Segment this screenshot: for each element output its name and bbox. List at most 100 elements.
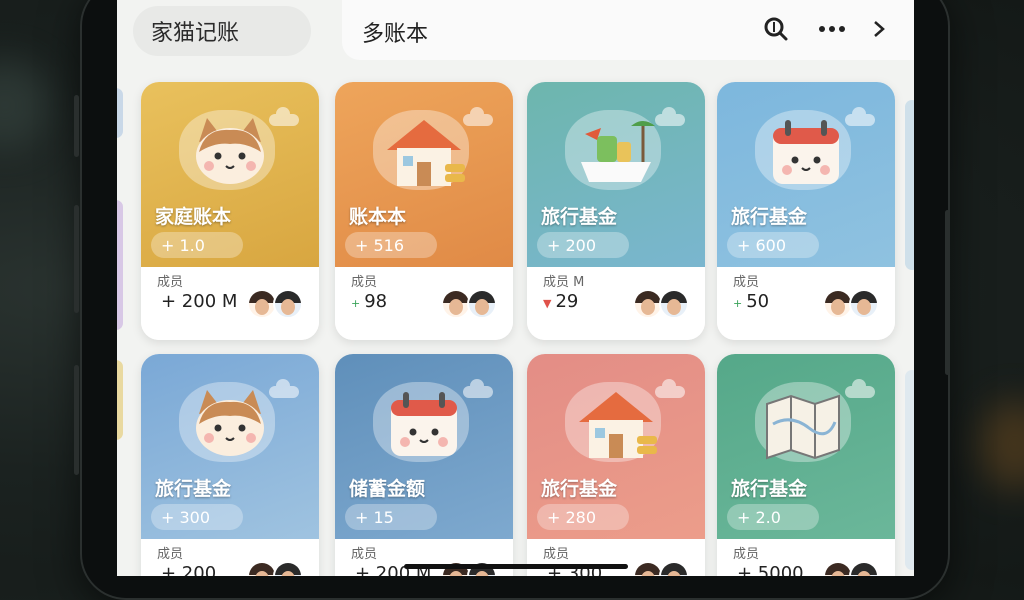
ledger-name: 家庭账本 (155, 206, 232, 228)
more-icon[interactable] (817, 14, 847, 44)
left-peek-card (117, 360, 123, 440)
ledger-amount: + 200 (537, 232, 629, 258)
ledger-card[interactable]: 旅行基金 + 2.0 成员 + 5000 (717, 354, 895, 576)
card-footer: 成员 +50 (717, 267, 895, 340)
power-button (945, 210, 950, 375)
card-footer: 成员 +98 (335, 267, 513, 340)
chevron-right-icon[interactable] (869, 14, 889, 44)
left-peek-card (117, 88, 123, 138)
card-cover: 账本本 + 516 (335, 82, 513, 267)
member-label: 成员 (543, 547, 570, 562)
avatar (659, 561, 689, 576)
volume-down-button (74, 205, 79, 313)
card-cover: 旅行基金 + 300 (141, 354, 319, 539)
ledger-amount: + 2.0 (727, 504, 819, 530)
house-icon (379, 112, 469, 196)
home-indicator[interactable] (404, 564, 628, 569)
member-count-value: 50 (746, 291, 770, 312)
avatar (467, 289, 497, 319)
cat-icon (185, 112, 275, 196)
side-button (74, 365, 79, 475)
ledger-amount: + 1.0 (151, 232, 243, 258)
card-cover: 旅行基金 + 2.0 (717, 354, 895, 539)
member-label: 成员 (351, 547, 378, 562)
member-avatars[interactable] (823, 289, 881, 321)
ledger-name: 旅行基金 (541, 206, 618, 228)
header-bar: 多账本 (342, 0, 914, 60)
card-footer: 成员 + 200 M (141, 267, 319, 340)
member-count: +98 (351, 291, 387, 312)
card-cover: 旅行基金 + 200 (527, 82, 705, 267)
card-footer: 成员 + 5000 (717, 539, 895, 576)
ledger-amount: + 280 (537, 504, 629, 530)
member-count-value: 98 (364, 291, 388, 312)
member-count-value: + 200 M (161, 291, 238, 312)
member-count-value: + 5000 (737, 563, 804, 576)
avatar (659, 289, 689, 319)
calendar-cat-icon (379, 384, 469, 468)
member-label: 成员 (157, 275, 184, 290)
ledger-name: 旅行基金 (731, 206, 808, 228)
card-footer: 成员 + 300 (527, 539, 705, 576)
card-cover: 储蓄金额 + 15 (335, 354, 513, 539)
search-icon[interactable] (761, 14, 791, 44)
page-title: 多账本 (362, 22, 429, 47)
house-icon (571, 384, 661, 468)
card-cover: 旅行基金 + 600 (717, 82, 895, 267)
card-footer: 成员 + 200 (141, 539, 319, 576)
boat-icon (571, 112, 661, 196)
member-avatars[interactable] (633, 289, 691, 321)
card-cover: 家庭账本 + 1.0 (141, 82, 319, 267)
member-count: + 200 (157, 563, 216, 576)
member-count: + 200 M (157, 291, 237, 312)
left-peek-card (117, 200, 123, 330)
ledger-name: 旅行基金 (155, 478, 232, 500)
member-avatars[interactable] (441, 289, 499, 321)
member-label: 成员 M (543, 275, 585, 290)
map-icon (761, 384, 851, 468)
right-peek-card (905, 100, 914, 270)
ledger-card[interactable]: 账本本 + 516 成员 +98 (335, 82, 513, 340)
avatar (849, 289, 879, 319)
avatar (849, 561, 879, 576)
ledger-card[interactable]: 旅行基金 + 280 成员 + 300 (527, 354, 705, 576)
right-peek-card (905, 370, 914, 570)
member-avatars[interactable] (247, 561, 305, 576)
ledger-name: 旅行基金 (541, 478, 618, 500)
calendar-cat-icon (761, 112, 851, 196)
ledger-card[interactable]: 旅行基金 + 200 成员 M ▼ 29 (527, 82, 705, 340)
ledger-name: 储蓄金额 (349, 478, 426, 500)
member-label: 成员 (733, 275, 760, 290)
ledger-amount: + 516 (345, 232, 437, 258)
member-count-value: 29 (555, 291, 579, 312)
volume-up-button (74, 95, 79, 157)
member-count: + 5000 (733, 563, 804, 576)
app-title[interactable]: 家猫记账 (133, 6, 311, 56)
member-label: 成员 (351, 275, 378, 290)
ledger-amount: + 600 (727, 232, 819, 258)
trend-icon: + (351, 297, 361, 310)
member-label: 成员 (733, 547, 760, 562)
background-blur (980, 400, 1024, 490)
trend-icon: + (733, 297, 743, 310)
app-screen: 家猫记账 多账本 家庭账本 + 1.0 成员 + 200 M 账本本 + 516 成员 +98… (117, 0, 914, 576)
member-count-value: + 200 (161, 563, 217, 576)
cat-icon (185, 384, 275, 468)
ledger-card[interactable]: 旅行基金 + 300 成员 + 200 (141, 354, 319, 576)
ledger-amount: + 300 (151, 504, 243, 530)
ledger-name: 旅行基金 (731, 478, 808, 500)
member-avatars[interactable] (633, 561, 691, 576)
ledger-card[interactable]: 旅行基金 + 600 成员 +50 (717, 82, 895, 340)
member-avatars[interactable] (823, 561, 881, 576)
trend-icon: ▼ (543, 297, 552, 310)
member-avatars[interactable] (247, 289, 305, 321)
avatar (273, 289, 303, 319)
avatar (273, 561, 303, 576)
background-blur (0, 60, 50, 150)
ledger-amount: + 15 (345, 504, 437, 530)
ledger-card[interactable]: 家庭账本 + 1.0 成员 + 200 M (141, 82, 319, 340)
ledger-name: 账本本 (349, 206, 407, 228)
app-title-text: 家猫记账 (151, 21, 240, 46)
ledger-card[interactable]: 储蓄金额 + 15 成员 + 200 M (335, 354, 513, 576)
member-label: 成员 (157, 547, 184, 562)
